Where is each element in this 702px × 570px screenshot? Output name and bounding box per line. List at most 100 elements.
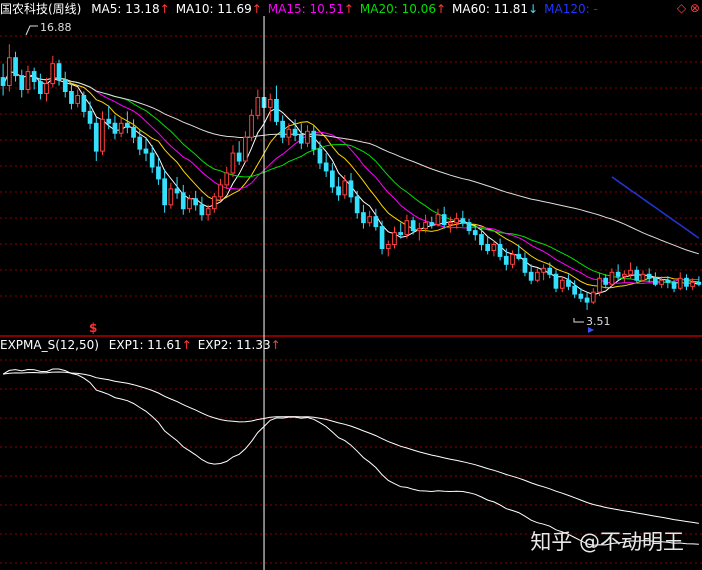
candle-up xyxy=(448,222,453,226)
candle-up xyxy=(677,277,683,289)
candle-down xyxy=(156,166,161,180)
window-controls[interactable]: ◇ ⊗ xyxy=(677,1,700,15)
candle-down xyxy=(665,279,671,283)
exp-indicator-1: EXP2: 11.33↑ xyxy=(197,338,281,352)
candle-up xyxy=(454,218,459,224)
candle-up xyxy=(510,253,515,265)
candle-up xyxy=(417,228,422,232)
candle-down xyxy=(298,134,304,144)
candle-down xyxy=(485,244,490,251)
candle-down xyxy=(149,152,155,168)
candle-up xyxy=(205,208,211,216)
candle-up xyxy=(597,277,602,293)
candle-down xyxy=(466,222,472,232)
candle-down xyxy=(199,204,205,216)
candle-up xyxy=(690,281,695,287)
candle-down xyxy=(162,178,168,206)
candle-down xyxy=(280,120,285,138)
candle-down xyxy=(398,232,403,236)
candle-up xyxy=(44,83,49,94)
candle-up xyxy=(267,99,273,108)
candle-down xyxy=(479,234,484,246)
candle-up xyxy=(286,128,292,138)
candle-down xyxy=(497,244,503,257)
candle-down xyxy=(429,222,435,226)
candle-down xyxy=(528,271,534,281)
candle-up xyxy=(640,273,646,281)
candle-down xyxy=(566,279,571,287)
candle-down xyxy=(684,277,689,287)
expma-title: EXPMA_S(12,50) xyxy=(0,338,99,352)
watermark: 知乎 @不动明王 xyxy=(530,530,684,554)
candle-up xyxy=(622,273,627,277)
ma-indicator-arrow-3: ↑ xyxy=(435,2,447,16)
candle-down xyxy=(93,122,99,152)
candle-down xyxy=(174,188,180,194)
candle-up xyxy=(218,184,223,198)
ma-indicator-5: MA120: - xyxy=(544,2,598,16)
candle-up xyxy=(392,232,397,246)
candle-down xyxy=(330,170,335,188)
low-pointer xyxy=(573,318,584,323)
ma-indicator-arrow-2: ↑ xyxy=(343,2,354,16)
exp-indicator-arrow-1: ↑ xyxy=(270,338,281,352)
candle-up xyxy=(118,122,124,134)
candle-down xyxy=(69,91,74,104)
candle-up xyxy=(187,198,192,210)
candle-up xyxy=(659,279,664,285)
candle-down xyxy=(336,186,341,196)
candle-up xyxy=(404,220,410,236)
exp-indicator-list: EXP1: 11.61↑ EXP2: 11.33↑ xyxy=(109,338,287,352)
candle-down xyxy=(653,277,658,285)
candle-down xyxy=(0,77,6,86)
exp-indicator-arrow-0: ↑ xyxy=(181,338,192,352)
candle-up xyxy=(435,214,441,226)
candle-down xyxy=(578,293,584,299)
candle-down xyxy=(56,63,62,81)
candle-down xyxy=(137,136,143,150)
candle-down xyxy=(81,95,87,112)
ma-indicator-arrow-4: ↓ xyxy=(528,2,539,16)
candle-up xyxy=(609,271,615,285)
candle-down xyxy=(516,253,522,259)
candle-up xyxy=(230,152,236,174)
stock-title: 国农科技(周线) xyxy=(0,2,82,16)
candle-down xyxy=(410,220,416,232)
candle-down xyxy=(87,110,93,124)
ma-indicator-3: MA20: 10.06↑ xyxy=(359,2,447,16)
ma-indicator-arrow-1: ↑ xyxy=(251,2,262,16)
candle-up xyxy=(25,71,31,90)
candle-up xyxy=(385,244,391,249)
ma-indicator-1: MA10: 11.69↑ xyxy=(175,2,262,16)
expma-line-EXP1 xyxy=(2,368,699,546)
candle-down xyxy=(373,216,379,228)
candle-down xyxy=(460,218,466,224)
low-price-label: 3.51 xyxy=(586,315,611,328)
candle-down xyxy=(31,71,37,82)
candle-down xyxy=(634,269,640,281)
sub-indicator-header: EXPMA_S(12,50) EXP1: 11.61↑ EXP2: 11.33↑ xyxy=(0,337,293,353)
candle-up xyxy=(342,180,348,196)
kline-chart[interactable] xyxy=(0,0,702,570)
candle-down xyxy=(323,162,329,172)
candle-up xyxy=(100,118,105,152)
ma-indicator-2: MA15: 10.51↑ xyxy=(267,2,354,16)
candle-up xyxy=(255,97,261,116)
candle-up xyxy=(224,172,230,186)
candle-up xyxy=(75,95,81,104)
candle-down xyxy=(348,180,354,198)
candle-down xyxy=(143,148,149,154)
candle-down xyxy=(615,271,621,277)
candle-down xyxy=(38,81,43,94)
high-price-label: 16.88 xyxy=(40,21,72,34)
candle-up xyxy=(628,269,633,275)
candle-down xyxy=(646,273,652,279)
candle-down xyxy=(547,267,553,275)
ma-indicator-list: MA5: 13.18↑ MA10: 11.69↑ MA15: 10.51↑ MA20:… xyxy=(91,2,604,16)
candle-down xyxy=(503,255,509,265)
candle-down xyxy=(671,281,677,289)
candle-up xyxy=(559,279,565,289)
candle-up xyxy=(50,63,56,85)
candle-down xyxy=(131,126,136,138)
candle-up xyxy=(367,216,372,224)
